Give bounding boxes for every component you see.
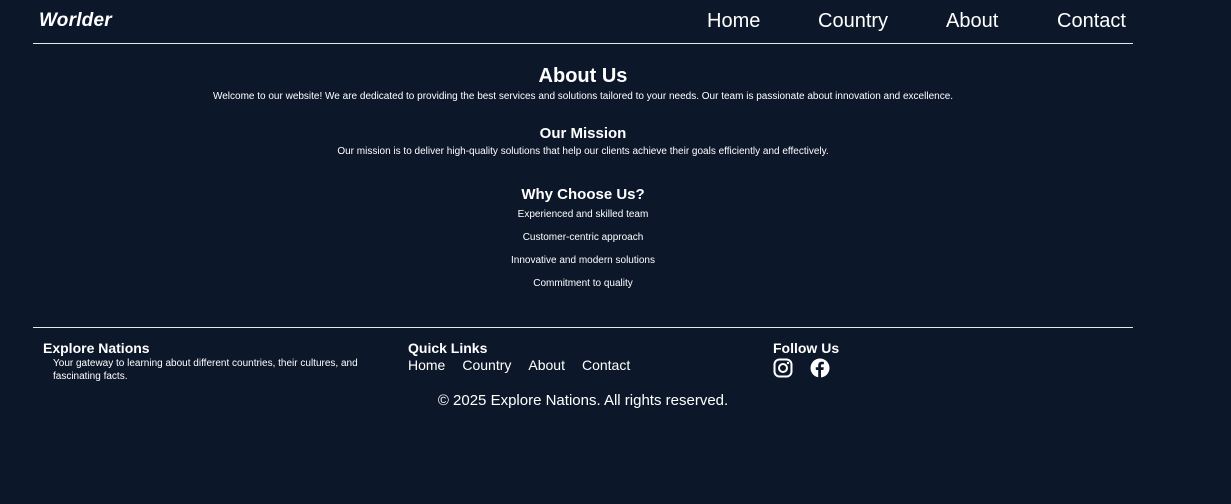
footer: Explore Nations Your gateway to learning… xyxy=(33,327,1133,409)
instagram-icon[interactable] xyxy=(773,358,793,378)
footer-quick-links: Quick Links Home Country About Contact xyxy=(408,341,647,375)
footer-link-country[interactable]: Country xyxy=(462,357,511,373)
why-list: Experienced and skilled team Customer-ce… xyxy=(33,209,1133,290)
nav-link-about[interactable]: About xyxy=(946,10,998,33)
why-title: Why Choose Us? xyxy=(521,186,645,203)
facebook-icon[interactable] xyxy=(810,358,830,378)
copyright-text: © 2025 Explore Nations. All rights reser… xyxy=(437,392,729,409)
list-item: Commitment to quality xyxy=(533,278,633,289)
list-item: Innovative and modern solutions xyxy=(511,255,655,266)
nav-link-contact[interactable]: Contact xyxy=(1057,10,1126,33)
follow-title: Follow Us xyxy=(773,340,840,356)
nav-link-home[interactable]: Home xyxy=(707,10,760,33)
quick-links-title: Quick Links xyxy=(408,340,488,356)
mission-text: Our mission is to deliver high-quality s… xyxy=(337,146,829,157)
footer-brand: Explore Nations Your gateway to learning… xyxy=(43,341,383,383)
mission-section: Our Mission Our mission is to deliver hi… xyxy=(33,125,1133,158)
footer-brand-title: Explore Nations xyxy=(43,340,150,356)
nav-link-country[interactable]: Country xyxy=(818,10,888,33)
footer-link-home[interactable]: Home xyxy=(408,357,445,373)
about-section: About Us Welcome to our website! We are … xyxy=(33,60,1133,301)
intro-text: Welcome to our website! We are dedicated… xyxy=(212,91,954,102)
quick-links-list: Home Country About Contact xyxy=(408,357,647,375)
page-title: About Us xyxy=(538,65,628,87)
page: Worlder Home Country About Contact About… xyxy=(0,0,1231,504)
list-item: Customer-centric approach xyxy=(522,232,644,243)
navbar: Worlder Home Country About Contact xyxy=(33,0,1133,44)
list-item: Experienced and skilled team xyxy=(517,209,649,220)
footer-follow: Follow Us xyxy=(773,341,847,378)
why-section: Why Choose Us? Experienced and skilled t… xyxy=(33,186,1133,290)
footer-link-about[interactable]: About xyxy=(528,357,565,373)
site-logo[interactable]: Worlder xyxy=(39,10,112,32)
footer-brand-description: Your gateway to learning about different… xyxy=(53,358,358,382)
footer-link-contact[interactable]: Contact xyxy=(582,357,630,373)
mission-title: Our Mission xyxy=(539,125,627,142)
social-icons xyxy=(773,358,847,378)
